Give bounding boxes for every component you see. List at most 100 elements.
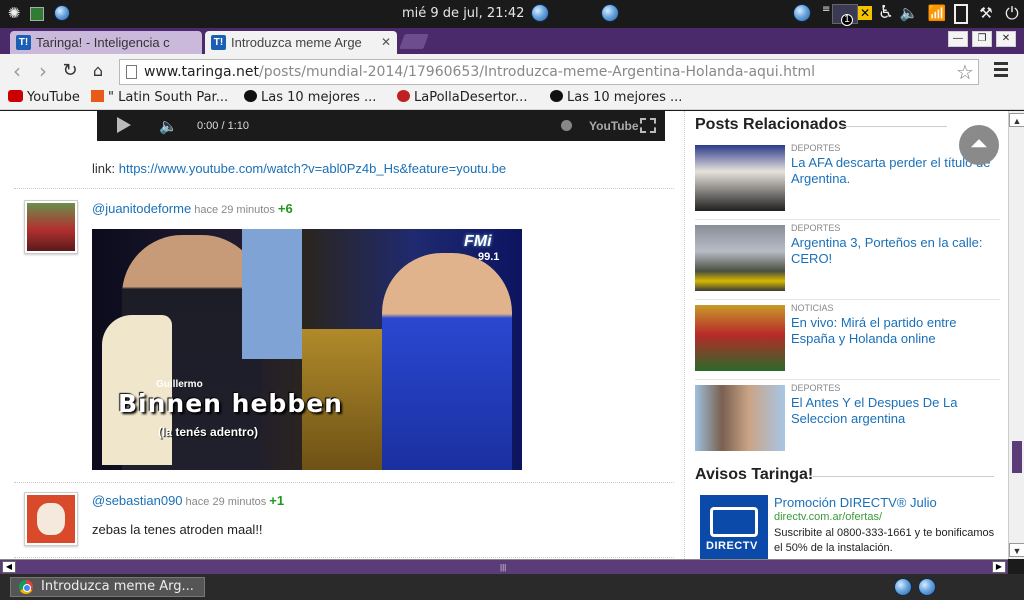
tab-introduzca-meme[interactable]: T! Introduzca meme Arge ✕ bbox=[205, 31, 397, 54]
minimize-button[interactable]: — bbox=[948, 31, 968, 47]
meme-caption-big: Binnen hebben bbox=[118, 389, 343, 418]
system-clock[interactable]: mié 9 de jul, 21:42 bbox=[402, 6, 524, 21]
avatar[interactable] bbox=[24, 492, 78, 546]
taskbar-window-button[interactable]: Introduzca meme Arg... bbox=[10, 577, 205, 597]
network-globe-icon[interactable] bbox=[601, 4, 619, 22]
power-icon[interactable]: ⏻ bbox=[1002, 4, 1022, 24]
directv-logo[interactable]: DIRECTV bbox=[700, 495, 768, 559]
related-thumbnail bbox=[695, 225, 785, 291]
globe-tray-icon[interactable] bbox=[793, 4, 811, 22]
comment-time: hace 29 minutos bbox=[194, 204, 275, 216]
vertical-scrollbar[interactable]: ▲ ▼ bbox=[1008, 111, 1024, 559]
meme-image[interactable]: FMi 99.1 Guillermo Binnen hebben (la ten… bbox=[92, 229, 522, 470]
bookmark-label: " Latin South Par... bbox=[108, 90, 229, 105]
pollo-icon bbox=[397, 90, 410, 102]
related-separator bbox=[695, 299, 1000, 300]
ad-url[interactable]: directv.com.ar/ofertas/ bbox=[774, 511, 882, 523]
bookmark-youtube[interactable]: YouTube bbox=[8, 90, 80, 105]
back-arrow-icon[interactable]: ‹ bbox=[6, 60, 28, 82]
related-separator bbox=[695, 219, 1000, 220]
tab-taringa-inteligencia[interactable]: T! Taringa! - Inteligencia c bbox=[10, 31, 202, 54]
related-post-item[interactable]: DEPORTES La AFA descarta perder el títul… bbox=[695, 141, 1000, 215]
comment-text: zebas la tenes atroden maal!! bbox=[92, 522, 263, 537]
maximize-button[interactable]: ❐ bbox=[972, 31, 992, 47]
paw-icon bbox=[550, 90, 563, 102]
face-drawing bbox=[37, 503, 65, 535]
scroll-down-arrow-icon[interactable]: ▼ bbox=[1009, 543, 1024, 557]
scroll-to-top-button[interactable]: ⏶ bbox=[959, 125, 999, 165]
avatar[interactable] bbox=[24, 200, 78, 254]
notification-count: 1 bbox=[841, 14, 853, 26]
taringa-favicon-icon: T! bbox=[211, 35, 226, 50]
battery-indicator-icon[interactable]: ≡ bbox=[822, 4, 830, 24]
comment-username[interactable]: @juanitodeforme bbox=[92, 201, 191, 216]
avatar-image bbox=[27, 203, 75, 251]
link-prefix: link: bbox=[92, 161, 116, 176]
post-link-line: link: https://www.youtube.com/watch?v=ab… bbox=[92, 161, 506, 176]
related-post-item[interactable]: NOTICIAS En vivo: Mirá el partido entre … bbox=[695, 301, 1000, 375]
bookmark-star-icon[interactable]: ☆ bbox=[956, 60, 974, 85]
browser-launcher-icon[interactable] bbox=[54, 5, 70, 21]
station-frequency: 99.1 bbox=[478, 251, 500, 263]
volume-icon[interactable]: 🔈 bbox=[898, 4, 920, 24]
tab-close-icon[interactable]: ✕ bbox=[381, 31, 391, 54]
volume-icon[interactable]: 🔈 bbox=[159, 117, 178, 135]
youtube-logo[interactable]: YouTube bbox=[589, 119, 639, 133]
close-window-button[interactable]: ✕ bbox=[996, 31, 1016, 47]
related-title[interactable]: En vivo: Mirá el partido entre España y … bbox=[791, 315, 1001, 347]
related-title[interactable]: El Antes Y el Despues De La Seleccion ar… bbox=[791, 395, 1001, 427]
directv-logo-text: DIRECTV bbox=[706, 540, 758, 552]
bookmark-latin-south-park[interactable]: " Latin South Par... bbox=[91, 90, 228, 105]
browser-tab-strip: T! Taringa! - Inteligencia c T! Introduz… bbox=[0, 28, 1024, 54]
scrollbar-corner bbox=[1008, 559, 1024, 574]
settings-tools-icon[interactable]: ⚒ bbox=[976, 4, 996, 24]
taskbar-window-label: Introduzca meme Arg... bbox=[41, 579, 194, 594]
close-app-icon[interactable]: ✕ bbox=[858, 6, 872, 20]
scroll-left-arrow-icon[interactable]: ◀ bbox=[2, 561, 16, 573]
distro-menu-icon[interactable]: ✺ bbox=[4, 4, 24, 24]
ad-block[interactable]: DIRECTV Promoción DIRECTV® Julio directv… bbox=[700, 495, 1000, 559]
accessibility-icon[interactable]: ♿ bbox=[876, 2, 896, 23]
address-bar[interactable]: www.taringa.net/posts/mundial-2014/17960… bbox=[119, 59, 979, 85]
watch-later-icon[interactable] bbox=[561, 120, 572, 131]
workspace-globe-icon[interactable] bbox=[894, 578, 912, 596]
fullscreen-icon[interactable] bbox=[640, 118, 656, 133]
youtube-link[interactable]: https://www.youtube.com/watch?v=abl0Pz4b… bbox=[119, 161, 506, 176]
comment-username[interactable]: @sebastian090 bbox=[92, 493, 183, 508]
ad-title[interactable]: Promoción DIRECTV® Julio bbox=[774, 495, 937, 510]
title-rule bbox=[812, 476, 994, 477]
browser-menu-icon[interactable] bbox=[994, 62, 1008, 80]
ads-title: Avisos Taringa! bbox=[695, 466, 814, 483]
bookmark-lapolladesertor[interactable]: LaPollaDesertor... bbox=[397, 90, 527, 105]
scrollbar-thumb[interactable] bbox=[1012, 441, 1022, 473]
related-post-item[interactable]: DEPORTES El Antes Y el Despues De La Sel… bbox=[695, 381, 1000, 455]
avatar-image bbox=[27, 495, 75, 543]
wifi-icon[interactable]: 📶 bbox=[926, 4, 948, 24]
taskbar: Introduzca meme Arg... bbox=[0, 574, 1024, 600]
bookmark-las-10-mejores-2[interactable]: Las 10 mejores ... bbox=[550, 90, 682, 105]
comment-meta: @juanitodeforme hace 29 minutos +6 bbox=[92, 201, 293, 216]
forward-arrow-icon[interactable]: › bbox=[32, 60, 54, 82]
reload-icon[interactable]: ↻ bbox=[59, 60, 81, 82]
horizontal-scrollbar[interactable]: ◀ ||| ▶ bbox=[0, 559, 1008, 574]
related-title[interactable]: Argentina 3, Porteños en la calle: CERO! bbox=[791, 235, 1001, 267]
station-logo: FMi bbox=[464, 233, 492, 250]
tab-label: Introduzca meme Arge bbox=[231, 35, 362, 50]
url-path: /posts/mundial-2014/17960653/Introduzca-… bbox=[259, 64, 816, 80]
comment-points: +1 bbox=[269, 493, 285, 508]
bookmark-las-10-mejores[interactable]: Las 10 mejores ... bbox=[244, 90, 376, 105]
bookmarks-bar: YouTube " Latin South Par... Las 10 mejo… bbox=[0, 88, 1024, 110]
workspace-globe-icon-2[interactable] bbox=[918, 578, 936, 596]
home-icon[interactable]: ⌂ bbox=[87, 60, 109, 82]
related-category: DEPORTES bbox=[791, 383, 841, 393]
related-post-item[interactable]: DEPORTES Argentina 3, Porteños en la cal… bbox=[695, 221, 1000, 295]
play-icon[interactable] bbox=[117, 117, 131, 133]
column-divider bbox=[684, 111, 685, 559]
terminal-icon[interactable] bbox=[30, 7, 44, 21]
scrollbar-grip[interactable]: ||| bbox=[500, 563, 506, 572]
scroll-up-arrow-icon[interactable]: ▲ bbox=[1009, 113, 1024, 127]
weather-globe-icon[interactable] bbox=[531, 4, 549, 22]
scroll-right-arrow-icon[interactable]: ▶ bbox=[992, 561, 1006, 573]
clipboard-icon[interactable] bbox=[954, 4, 968, 24]
page-viewport: 🔈 0:00 / 1:10 YouTube link: https://www.… bbox=[0, 111, 1008, 559]
